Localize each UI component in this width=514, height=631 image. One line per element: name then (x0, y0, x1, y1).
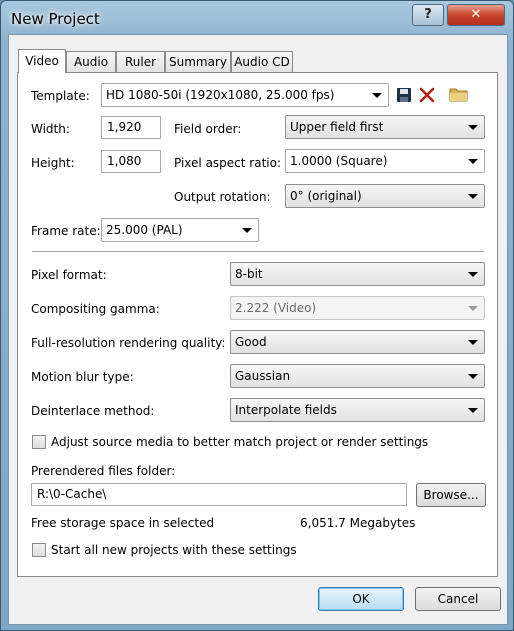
render-quality-value: Good (235, 335, 267, 349)
motion-blur-value: Gaussian (235, 369, 291, 383)
chevron-down-icon (468, 272, 478, 277)
frame-rate-label: Frame rate: (31, 224, 101, 238)
tab-video[interactable]: Video (18, 49, 66, 73)
pixel-format-label: Pixel format: (31, 268, 107, 282)
template-label: Template: (31, 89, 90, 103)
ok-button[interactable]: OK (318, 587, 404, 611)
chevron-down-icon (468, 408, 478, 413)
tab-summary[interactable]: Summary (165, 51, 231, 72)
chevron-down-icon (468, 159, 478, 164)
render-quality-select[interactable]: Good (230, 330, 485, 354)
prerendered-folder-input[interactable]: R:\0-Cache\ (31, 483, 407, 506)
pixel-format-select[interactable]: 8-bit (230, 262, 485, 286)
section-divider (32, 251, 484, 253)
browse-button[interactable]: Browse... (416, 483, 486, 507)
compositing-gamma-value: 2.222 (Video) (235, 301, 317, 315)
close-button[interactable]: ✕ (447, 4, 505, 26)
start-all-checkbox[interactable] (32, 543, 46, 557)
pixel-format-value: 8-bit (235, 267, 263, 281)
frame-rate-select[interactable]: 25.000 (PAL) (101, 218, 259, 242)
output-rotation-label: Output rotation: (174, 190, 271, 204)
template-value: HD 1080-50i (1920x1080, 25.000 fps) (106, 88, 335, 102)
output-rotation-select[interactable]: 0° (original) (285, 184, 485, 208)
delete-icon[interactable] (418, 86, 436, 104)
chevron-down-icon (468, 306, 478, 311)
render-quality-label: Full-resolution rendering quality: (31, 336, 226, 350)
width-input[interactable]: 1,920 (101, 116, 161, 139)
dialog-body: Video Audio Ruler Summary Audio CD Templ… (8, 34, 508, 625)
height-label: Height: (31, 156, 75, 170)
template-select[interactable]: HD 1080-50i (1920x1080, 25.000 fps) (101, 83, 389, 107)
help-button[interactable]: ? (412, 4, 444, 26)
field-order-label: Field order: (174, 122, 242, 136)
dialog-window: New Project ? ✕ Video Audio Ruler Summar… (0, 0, 514, 631)
folder-icon[interactable] (449, 85, 469, 103)
chevron-down-icon (468, 125, 478, 130)
field-order-select[interactable]: Upper field first (285, 115, 485, 139)
floppy-disk-icon[interactable] (395, 86, 413, 104)
width-label: Width: (31, 122, 70, 136)
deinterlace-value: Interpolate fields (235, 403, 337, 417)
chevron-down-icon (468, 374, 478, 379)
motion-blur-label: Motion blur type: (31, 370, 134, 384)
motion-blur-select[interactable]: Gaussian (230, 364, 485, 388)
pixel-aspect-value: 1.0000 (Square) (290, 154, 388, 168)
field-order-value: Upper field first (290, 120, 384, 134)
chevron-down-icon (468, 194, 478, 199)
video-settings-panel: Template: HD 1080-50i (1920x1080, 25.000… (17, 72, 498, 577)
chevron-down-icon (468, 340, 478, 345)
compositing-gamma-label: Compositing gamma: (31, 302, 160, 316)
start-all-label[interactable]: Start all new projects with these settin… (51, 543, 297, 557)
pixel-aspect-label: Pixel aspect ratio: (174, 156, 282, 170)
output-rotation-value: 0° (original) (290, 189, 362, 203)
compositing-gamma-select: 2.222 (Video) (230, 296, 485, 320)
tab-ruler[interactable]: Ruler (116, 51, 165, 72)
free-storage-label: Free storage space in selected (31, 516, 215, 530)
deinterlace-select[interactable]: Interpolate fields (230, 398, 485, 422)
tab-audio-cd[interactable]: Audio CD (231, 51, 293, 72)
chevron-down-icon (242, 228, 252, 233)
prerendered-label: Prerendered files folder: (31, 464, 176, 478)
free-storage-value: 6,051.7 Megabytes (300, 516, 416, 530)
frame-rate-value: 25.000 (PAL) (106, 223, 183, 237)
tab-audio[interactable]: Audio (66, 51, 116, 72)
deinterlace-label: Deinterlace method: (31, 404, 155, 418)
cancel-button[interactable]: Cancel (415, 587, 501, 611)
height-input[interactable]: 1,080 (101, 150, 161, 173)
pixel-aspect-select[interactable]: 1.0000 (Square) (285, 149, 485, 173)
adjust-source-checkbox[interactable] (32, 435, 46, 449)
adjust-source-label[interactable]: Adjust source media to better match proj… (51, 435, 428, 449)
chevron-down-icon (372, 93, 382, 98)
window-title: New Project (11, 10, 100, 28)
